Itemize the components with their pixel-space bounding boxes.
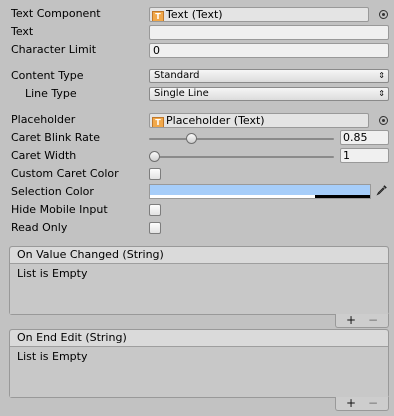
caret-blink-rate-slider-thumb[interactable]	[185, 133, 197, 144]
text-component-label: Text Component	[11, 7, 101, 20]
add-listener-button[interactable]: +	[346, 314, 356, 326]
text-component-icon: T	[152, 117, 164, 127]
custom-caret-color-label: Custom Caret Color	[11, 167, 119, 180]
content-type-dropdown[interactable]: Standard ⇕	[149, 69, 389, 83]
read-only-checkbox[interactable]	[149, 222, 161, 234]
on-value-changed-title: On Value Changed (String)	[10, 247, 388, 264]
caret-blink-rate-label: Caret Blink Rate	[11, 131, 100, 144]
hide-mobile-input-checkbox[interactable]	[149, 204, 161, 216]
caret-width-input[interactable]: 1	[340, 148, 389, 163]
text-component-icon: T	[152, 11, 164, 21]
empty-list-text: List is Empty	[17, 350, 88, 363]
placeholder-value: Placeholder (Text)	[166, 114, 265, 127]
line-type-dropdown[interactable]: Single Line ⇕	[149, 87, 389, 101]
empty-list-text: List is Empty	[17, 267, 88, 280]
on-end-edit-title: On End Edit (String)	[10, 330, 388, 347]
placeholder-field[interactable]: T Placeholder (Text)	[149, 113, 369, 128]
content-type-label: Content Type	[11, 69, 84, 82]
object-picker-icon[interactable]	[379, 10, 388, 19]
line-type-label: Line Type	[25, 87, 77, 100]
remove-listener-button[interactable]: −	[368, 314, 378, 326]
on-value-changed-event: On Value Changed (String) List is Empty …	[9, 246, 389, 328]
caret-width-label: Caret Width	[11, 149, 77, 162]
eyedropper-icon[interactable]	[376, 184, 388, 196]
alpha-bar	[150, 195, 370, 198]
add-listener-button[interactable]: +	[346, 397, 356, 409]
remove-listener-button[interactable]: −	[368, 397, 378, 409]
caret-width-slider-track[interactable]	[149, 156, 334, 158]
on-value-changed-list: List is Empty	[10, 264, 388, 314]
text-component-value: Text (Text)	[166, 8, 223, 21]
placeholder-label: Placeholder	[11, 113, 76, 126]
text-component-field[interactable]: T Text (Text)	[149, 7, 369, 22]
read-only-label: Read Only	[11, 221, 68, 234]
line-type-value: Single Line	[154, 88, 209, 99]
character-limit-input[interactable]: 0	[149, 43, 389, 58]
list-footer: + −	[335, 397, 389, 411]
text-input[interactable]	[149, 25, 389, 40]
text-label: Text	[11, 25, 34, 38]
content-type-value: Standard	[154, 70, 200, 81]
caret-blink-rate-slider-track[interactable]	[149, 138, 334, 140]
object-picker-icon[interactable]	[379, 116, 388, 125]
caret-blink-rate-input[interactable]: 0.85	[340, 130, 389, 145]
on-end-edit-list: List is Empty	[10, 347, 388, 397]
selection-color-swatch[interactable]	[149, 184, 371, 199]
dropdown-arrows-icon: ⇕	[378, 89, 385, 98]
alpha-fill	[315, 195, 370, 198]
character-limit-label: Character Limit	[11, 43, 97, 56]
list-footer: + −	[335, 314, 389, 328]
custom-caret-color-checkbox[interactable]	[149, 168, 161, 180]
on-end-edit-event: On End Edit (String) List is Empty + −	[9, 329, 389, 411]
dropdown-arrows-icon: ⇕	[378, 71, 385, 80]
hide-mobile-input-label: Hide Mobile Input	[11, 203, 108, 216]
caret-width-slider-thumb[interactable]	[149, 151, 160, 162]
selection-color-label: Selection Color	[11, 185, 94, 198]
